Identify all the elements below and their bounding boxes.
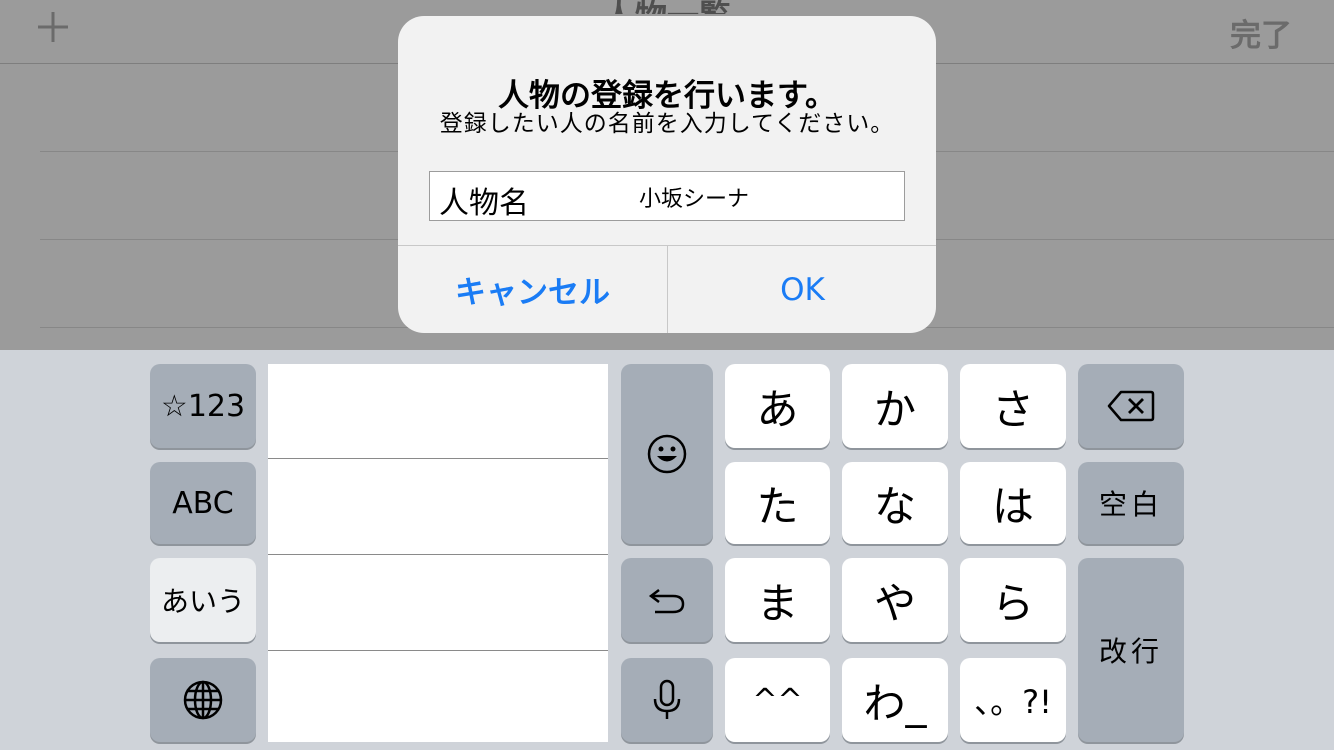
kana-key-a[interactable]: あ (725, 364, 830, 448)
kana-key-ma[interactable]: ま (725, 558, 830, 642)
field-label: 人物名 (439, 186, 529, 221)
candidate-divider (268, 650, 608, 651)
emoji-key[interactable] (621, 364, 713, 544)
register-person-alert: 人物の登録を行います。 登録したい人の名前を入力してください。 人物名 小坂シー… (398, 16, 936, 333)
globe-icon (183, 680, 223, 720)
candidate-divider (268, 554, 608, 555)
ok-button[interactable]: OK (668, 246, 936, 333)
cancel-button[interactable]: キャンセル (398, 246, 667, 333)
kana-key-ra[interactable]: ら (960, 558, 1066, 642)
done-button[interactable]: 完了 (1230, 10, 1292, 55)
kana-key-wa[interactable]: わ_ (842, 658, 948, 742)
delete-icon (1107, 390, 1155, 422)
punctuation-key[interactable]: 、。?! (960, 658, 1066, 742)
person-name-field[interactable]: 人物名 小坂シーナ (429, 171, 905, 221)
kaomoji-key[interactable]: ^^ (725, 658, 830, 742)
candidate-list[interactable] (268, 364, 608, 742)
emoji-icon (647, 434, 687, 474)
kana-key-ta[interactable]: た (725, 462, 830, 544)
return-key[interactable]: 改行 (1078, 558, 1184, 742)
kana-key-na[interactable]: な (842, 462, 948, 544)
undo-icon (648, 589, 685, 614)
japanese-keyboard: ☆123 ABC あいう あ か さ た な は ま や ら ^^ わ_ 、。?… (0, 350, 1334, 750)
add-button[interactable] (36, 8, 70, 52)
dictation-key[interactable] (621, 658, 713, 742)
undo-key[interactable] (621, 558, 713, 642)
symbols-key[interactable]: ☆123 (150, 364, 256, 448)
kana-mode-key[interactable]: あいう (150, 558, 256, 642)
alert-message: 登録したい人の名前を入力してください。 (439, 111, 895, 137)
microphone-icon (653, 679, 681, 719)
kana-key-ya[interactable]: や (842, 558, 948, 642)
plus-icon (38, 12, 68, 42)
delete-key[interactable] (1078, 364, 1184, 448)
person-name-input[interactable]: 小坂シーナ (639, 181, 749, 213)
globe-key[interactable] (150, 658, 256, 742)
kana-key-ka[interactable]: か (842, 364, 948, 448)
page-title: 人物一覧 (560, 0, 774, 14)
kana-key-ha[interactable]: は (960, 462, 1066, 544)
abc-key[interactable]: ABC (150, 462, 256, 544)
space-key[interactable]: 空白 (1078, 462, 1184, 544)
kana-key-sa[interactable]: さ (960, 364, 1066, 448)
candidate-divider (268, 458, 608, 459)
